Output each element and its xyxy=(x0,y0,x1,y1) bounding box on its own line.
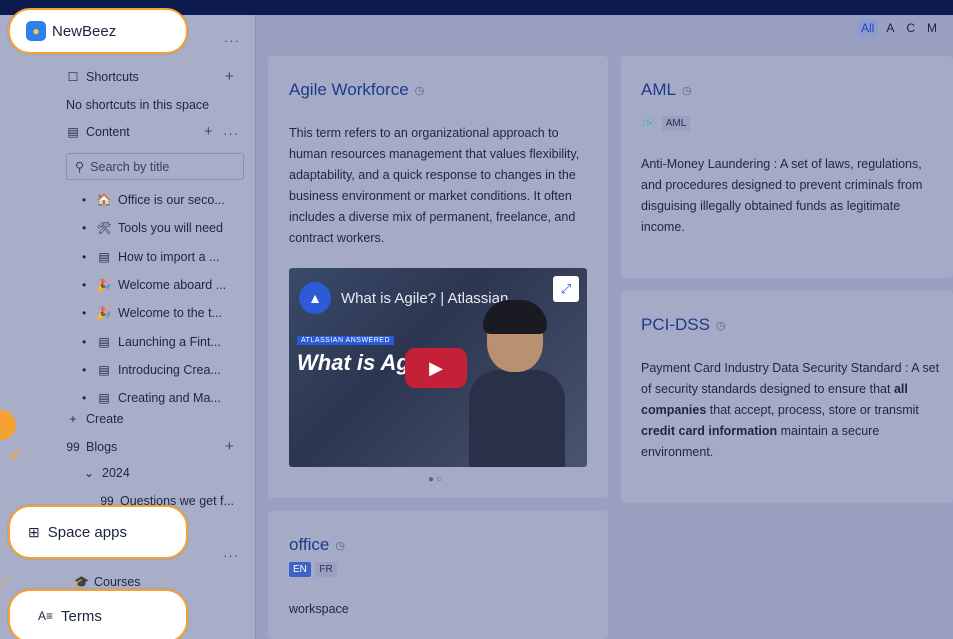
term-card-aml: AML ◷ 🔗 AML Anti-Money Laundering : A se… xyxy=(621,56,953,278)
tree-item[interactable]: • ▤ Launching a Fint... xyxy=(82,335,221,349)
tree-item[interactable]: • 🛠 Tools you will need xyxy=(82,221,223,235)
term-card-office: office ◷ EN FR workspace xyxy=(268,511,608,639)
top-bar xyxy=(256,15,953,43)
term-card-pci-dss: PCI-DSS ◷ Payment Card Industry Data Sec… xyxy=(621,291,953,503)
tree-item-label: How to import a ... xyxy=(118,250,220,264)
tree-item[interactable]: • 🎉 Welcome to the t... xyxy=(82,306,222,320)
apps-more-icon[interactable]: ··· xyxy=(223,548,239,563)
space-apps-callout[interactable]: ⊞ Space apps xyxy=(8,505,188,559)
filter-c[interactable]: C xyxy=(902,19,919,37)
synonym-tag[interactable]: AML xyxy=(661,116,691,131)
page-icon: ▤ xyxy=(98,335,110,349)
blogs-label: Blogs xyxy=(86,440,118,454)
space-apps-label: Space apps xyxy=(47,523,127,541)
search-input[interactable]: ⚲ Search by title xyxy=(66,153,244,180)
space-logo-icon: ● xyxy=(26,21,46,41)
play-button[interactable]: ▶ xyxy=(405,348,467,388)
sidebar-blogs[interactable]: 99 Blogs xyxy=(66,440,117,454)
chevron-down-icon: ⌄ xyxy=(83,466,95,480)
space-name: NewBeez xyxy=(52,22,117,40)
clock-icon: ◷ xyxy=(681,84,692,97)
video-embed[interactable]: ▲ What is Agile? | Atlassian ... ATLASSI… xyxy=(289,268,587,467)
term-definition: Payment Card Industry Data Security Stan… xyxy=(641,361,940,459)
shortcuts-empty: No shortcuts in this space xyxy=(66,98,210,112)
tree-item-label: Introducing Crea... xyxy=(118,363,221,377)
create-label: Create xyxy=(86,412,124,426)
content-icon: ▤ xyxy=(67,125,79,139)
tree-item-label: Office is our seco... xyxy=(118,193,225,207)
video-caption: What is Ag xyxy=(297,350,410,375)
search-placeholder: Search by title xyxy=(90,159,170,174)
blog-quote-icon: 99 xyxy=(66,440,80,454)
expand-icon[interactable]: ⤢ xyxy=(553,276,579,302)
term-definition: Anti-Money Laundering : A set of laws, r… xyxy=(641,157,923,234)
tree-item-label: Creating and Ma... xyxy=(118,391,221,405)
decorative-arrow-icon: ⟋ xyxy=(0,574,10,590)
letter-filter: All A C M xyxy=(856,19,941,37)
courses-icon: 🎓 xyxy=(74,575,89,589)
terms-icon: A≡ xyxy=(38,609,54,623)
tree-item-label: Launching a Fint... xyxy=(118,335,221,349)
term-title[interactable]: PCI-DSS xyxy=(641,315,710,335)
atlassian-logo-icon: ▲ xyxy=(299,282,331,314)
party-icon: 🎉 xyxy=(96,306,112,320)
sidebar-content[interactable]: ▤ Content xyxy=(66,125,130,139)
terms-callout[interactable]: A≡ Terms xyxy=(8,589,188,639)
space-name-callout[interactable]: ● NewBeez xyxy=(8,8,188,54)
filter-a[interactable]: A xyxy=(882,19,898,37)
office-icon: 🏠 xyxy=(96,193,112,207)
language-tag-en[interactable]: EN xyxy=(289,562,311,577)
tree-item[interactable]: • ▤ Introducing Crea... xyxy=(82,363,221,377)
term-title[interactable]: AML xyxy=(641,80,676,100)
search-icon: ⚲ xyxy=(75,160,85,174)
page-icon: ▤ xyxy=(98,250,110,264)
link-icon: 🔗 xyxy=(641,117,655,129)
tree-item[interactable]: • 🎉 Welcome aboard ... xyxy=(82,278,226,292)
create-button[interactable]: + Create xyxy=(66,412,124,426)
tree-item[interactable]: • ▤ Creating and Ma... xyxy=(82,391,221,405)
clock-icon: ◷ xyxy=(335,539,345,552)
plus-icon: + xyxy=(69,412,77,426)
content-more-icon[interactable]: ··· xyxy=(223,126,239,141)
shortcuts-label: Shortcuts xyxy=(86,70,139,84)
tree-item-label: Tools you will need xyxy=(118,221,223,235)
add-shortcut-icon[interactable]: + xyxy=(225,68,234,85)
year-label: 2024 xyxy=(102,466,130,480)
term-title[interactable]: office xyxy=(289,535,329,555)
clock-icon: ◷ xyxy=(715,319,726,332)
add-blog-icon[interactable]: + xyxy=(225,438,234,455)
courses-label: Courses xyxy=(94,575,141,589)
filter-all[interactable]: All xyxy=(856,19,879,37)
shortcut-icon: ☐ xyxy=(67,70,79,84)
tree-item[interactable]: • 🏠 Office is our seco... xyxy=(82,193,225,207)
tree-item-label: Welcome aboard ... xyxy=(118,278,227,292)
page-icon: ▤ xyxy=(98,363,110,377)
blog-year-2024[interactable]: ⌄ 2024 xyxy=(82,466,130,480)
term-definition: workspace xyxy=(289,602,349,616)
space-more-icon[interactable]: ··· xyxy=(224,33,240,48)
content-label: Content xyxy=(86,125,130,139)
sidebar-courses[interactable]: 🎓 Courses xyxy=(74,575,141,589)
carousel-dots[interactable]: ●○ xyxy=(428,474,444,485)
tree-item[interactable]: • ▤ How to import a ... xyxy=(82,250,219,264)
language-tag-fr[interactable]: FR xyxy=(315,562,337,577)
paper-plane-icon: ➶ xyxy=(8,444,24,464)
video-badge: ATLASSIAN ANSWERED xyxy=(297,336,395,345)
presenter-image xyxy=(469,298,565,467)
terms-label: Terms xyxy=(61,607,102,625)
party-icon: 🎉 xyxy=(96,278,112,292)
tree-item-label: Welcome to the t... xyxy=(118,306,222,320)
term-definition: This term refers to an organizational ap… xyxy=(289,126,580,245)
tools-icon: 🛠 xyxy=(96,221,112,235)
filter-m[interactable]: M xyxy=(923,19,941,37)
term-title[interactable]: Agile Workforce xyxy=(289,80,409,100)
page-icon: ▤ xyxy=(98,391,110,405)
apps-grid-icon: ⊞ xyxy=(28,523,40,540)
add-content-icon[interactable]: + xyxy=(204,123,213,140)
sidebar-shortcuts[interactable]: ☐ Shortcuts xyxy=(66,70,139,84)
clock-icon: ◷ xyxy=(414,84,425,97)
